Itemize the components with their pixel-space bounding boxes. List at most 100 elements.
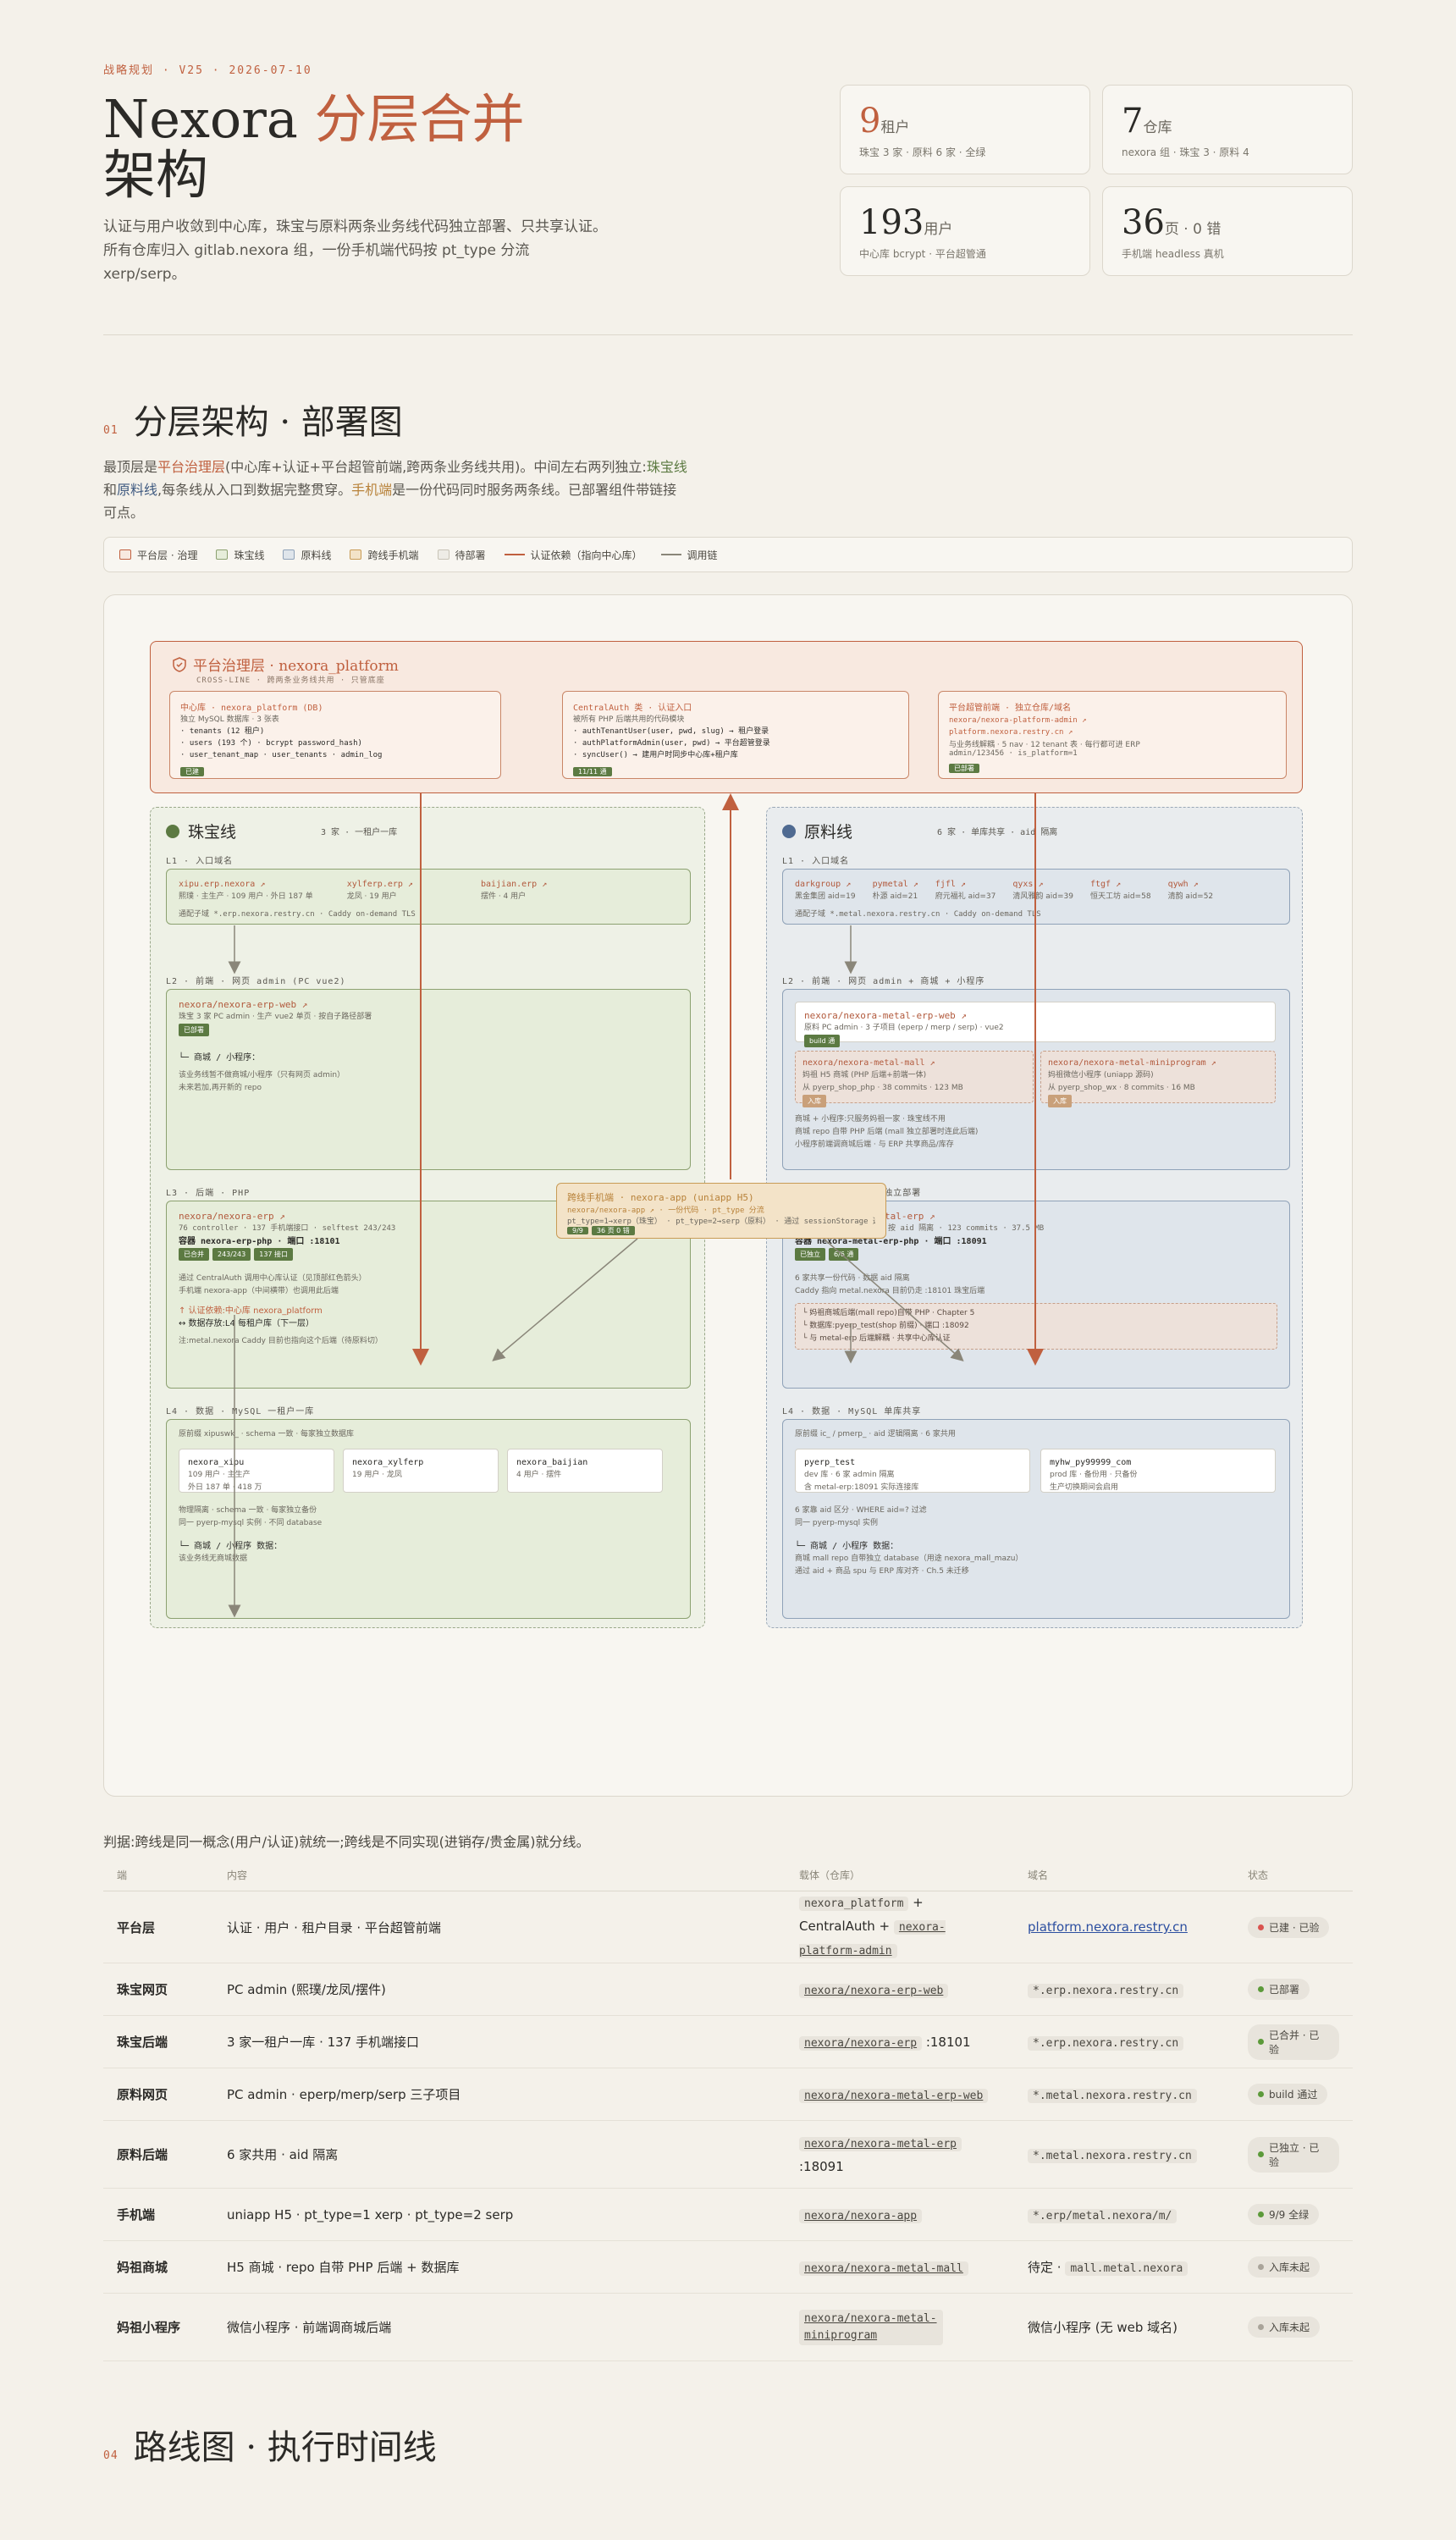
status-pill: 9/9 全绿 — [1248, 2204, 1320, 2225]
row-end: 珠宝网页 — [103, 1963, 213, 2016]
stat-sub: nexora 组 · 珠宝 3 · 原料 4 — [1122, 146, 1249, 158]
row-end: 妈祖商城 — [103, 2240, 213, 2294]
repo-link[interactable]: nexora/nexora-metal-erp-web — [799, 2088, 989, 2103]
domain-code: *.erp/metal.nexora/m/ — [1028, 2208, 1177, 2223]
repo-link[interactable]: nexora/nexora-metal-mall — [799, 2261, 968, 2276]
row-content: 微信小程序 · 前端调商城后端 — [213, 2293, 786, 2361]
section-heading: 01 分层架构 · 部署图 — [103, 395, 403, 444]
stat-unit: 页 · 0 错 — [1164, 221, 1222, 238]
section-title: 路线图 · 执行时间线 — [133, 2428, 437, 2467]
repo-link[interactable]: nexora/nexora-erp-web — [799, 1983, 949, 1998]
row-content: PC admin (熙璞/龙凤/摆件) — [213, 1963, 786, 2016]
row-content: uniapp H5 · pt_type=1 xerp · pt_type=2 s… — [213, 2188, 786, 2241]
legend: 平台层 · 治理 珠宝线 原料线 跨线手机端 待部署 认证依赖（指向中心库） 调… — [103, 537, 1353, 572]
status-pill: 已合并 · 已验 — [1248, 2024, 1339, 2060]
legend-label: 原料线 — [301, 549, 332, 561]
stat-number: 193 — [859, 203, 924, 242]
repo-text: :18091 — [799, 2158, 844, 2174]
desc-text: 和 — [103, 482, 118, 498]
status-dot-icon — [1258, 1986, 1264, 1992]
column-header: 域名 — [1014, 1859, 1234, 1891]
legend-swatch — [437, 549, 449, 560]
row-content: H5 商城 · repo 自带 PHP 后端 + 数据库 — [213, 2240, 786, 2294]
mobile-repo-link[interactable]: nexora/nexora-app ↗ · 一份代码 · pt_type 分流 — [567, 1204, 875, 1215]
lede: 认证与用户收敛到中心库，珠宝与原料两条业务线代码独立部署、只共享认证。所有仓库归… — [103, 218, 607, 283]
status-dot-icon — [1258, 2324, 1264, 2330]
legend-swatch — [283, 549, 295, 560]
table-row: 珠宝网页 PC admin (熙璞/龙凤/摆件) nexora/nexora-e… — [103, 1963, 1353, 2016]
table-row: 原料网页 PC admin · eperp/merp/serp 三子项目 nex… — [103, 2068, 1353, 2121]
legend-item: 待部署 — [437, 548, 486, 562]
table-row: 平台层 认证 · 用户 · 租户目录 · 平台超管前端 nexora_platf… — [103, 1891, 1353, 1963]
row-end: 平台层 — [103, 1891, 213, 1963]
column-header: 端 — [103, 1859, 213, 1891]
legend-label: 跨线手机端 — [367, 549, 419, 561]
legend-item: 珠宝线 — [216, 548, 264, 562]
legend-item: 平台层 · 治理 — [119, 548, 197, 562]
legend-item: 跨线手机端 — [350, 548, 419, 562]
legend-swatch — [119, 549, 131, 560]
domain-prefix: 待定 · — [1028, 2260, 1066, 2275]
mobile-caption: 跨线手机端 · nexora-app (uniapp H5) — [567, 1192, 754, 1203]
status-text: build 通过 — [1269, 2089, 1318, 2101]
table-row: 妈祖商城 H5 商城 · repo 自带 PHP 后端 + 数据库 nexora… — [103, 2240, 1353, 2294]
status-dot-icon — [1258, 1924, 1264, 1930]
stat-sub: 珠宝 3 家 · 原料 6 家 · 全绿 — [859, 146, 986, 158]
domain-link[interactable]: platform.nexora.restry.cn — [1028, 1919, 1188, 1935]
title-main: Nexora — [103, 88, 315, 150]
desc-highlight-mobile: 手机端 — [351, 482, 393, 498]
domain-code: *.erp.nexora.restry.cn — [1028, 1983, 1184, 1998]
page-title: Nexora 分层合并 架构 — [103, 91, 577, 203]
repo-text: :18101 — [922, 2034, 971, 2050]
status-dot-icon — [1258, 2264, 1264, 2270]
divider — [103, 334, 1353, 335]
stat-number: 9 — [859, 102, 881, 141]
desc-highlight-jewelry: 珠宝线 — [646, 459, 687, 475]
stat-sub: 手机端 headless 真机 — [1122, 248, 1224, 260]
stat-card: 36页 · 0 错 手机端 headless 真机 — [1102, 186, 1353, 276]
stat-unit: 用户 — [924, 221, 953, 238]
architecture-diagram: 平台治理层 · nexora_platform CROSS-LINE · 跨两条… — [103, 594, 1353, 1797]
status-text: 已合并 · 已验 — [1268, 2029, 1320, 2056]
status-pill: 入库未起 — [1248, 2256, 1321, 2278]
repo-link[interactable]: nexora/nexora-erp — [799, 2035, 923, 2051]
stat-number: 7 — [1122, 102, 1144, 141]
section-number: 04 — [103, 2449, 119, 2462]
status-pill: 已建 · 已验 — [1248, 1916, 1330, 1938]
stat-number: 36 — [1122, 203, 1165, 242]
desc-highlight-platform: 平台治理层 — [157, 459, 226, 475]
status-pill: 已独立 · 已验 — [1248, 2136, 1339, 2173]
mobile-line: pt_type=1→xerp（珠宝） · pt_type=2→serp（原料） … — [567, 1218, 875, 1226]
desc-highlight-raw: 原料线 — [117, 482, 158, 498]
component-table: 端 内容 载体（仓库） 域名 状态 平台层 认证 · 用户 · 租户目录 · 平… — [103, 1859, 1353, 2361]
call-arrow-mobile-raw — [823, 1238, 964, 1361]
judgement-note: 判据:跨线是同一概念(用户/认证)就统一;跨线是不同实现(进销存/贵金属)就分线… — [103, 1834, 590, 1850]
repo-link[interactable]: nexora/nexora-app — [799, 2208, 923, 2223]
domain-code: *.metal.nexora.restry.cn — [1028, 2088, 1197, 2103]
desc-text: 最顶层是 — [103, 459, 158, 475]
domain-code: *.metal.nexora.restry.cn — [1028, 2148, 1197, 2163]
domain-code: *.erp.nexora.restry.cn — [1028, 2035, 1184, 2051]
legend-item: 原料线 — [283, 548, 331, 562]
legend-swatch — [350, 549, 362, 560]
stat-unit: 租户 — [880, 119, 910, 136]
legend-label: 待部署 — [455, 549, 486, 561]
stat-card: 193用户 中心库 bcrypt · 平台超管通 — [840, 186, 1090, 276]
desc-text: (中心库+认证+平台超管前端,跨两条业务线共用)。中间左右两列独立: — [225, 459, 647, 475]
row-end: 原料后端 — [103, 2120, 213, 2189]
repo-link[interactable]: nexora/nexora-metal-erp — [799, 2136, 962, 2151]
status-dot-icon — [1258, 2091, 1264, 2097]
legend-line — [504, 554, 525, 555]
status-dot-icon — [1258, 2211, 1264, 2217]
title-accent: 分层合并 — [314, 88, 525, 150]
status-dot-icon — [1258, 2151, 1264, 2157]
legend-label: 平台层 · 治理 — [137, 549, 198, 561]
status-pill: 入库未起 — [1248, 2316, 1321, 2338]
legend-item: 认证依赖（指向中心库） — [504, 548, 643, 562]
row-end: 妈祖小程序 — [103, 2293, 213, 2361]
call-arrow-mobile-jewelry — [492, 1238, 638, 1361]
status-text: 已独立 · 已验 — [1268, 2141, 1320, 2168]
domain-text: 微信小程序 (无 web 域名) — [1014, 2293, 1234, 2361]
row-content: 认证 · 用户 · 租户目录 · 平台超管前端 — [213, 1891, 786, 1963]
repo-link[interactable]: nexora/nexora-metal-miniprogram — [799, 2309, 943, 2345]
